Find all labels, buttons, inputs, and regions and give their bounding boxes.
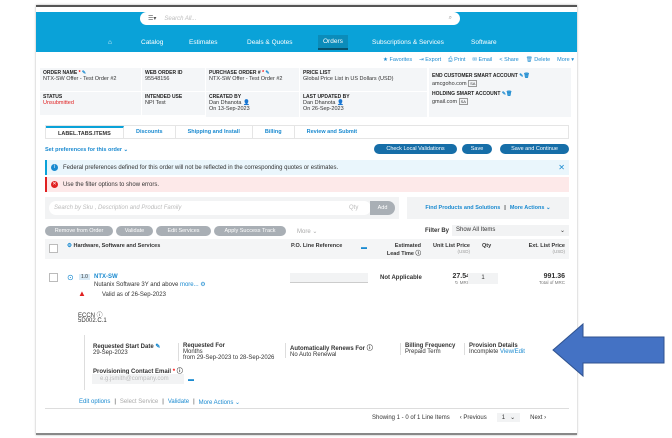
quantity-input[interactable]: 1 (468, 273, 498, 284)
error-icon: ✕ (51, 181, 58, 188)
services-icon: ⚙ (67, 243, 72, 249)
view-edit-link[interactable]: View/Edit (500, 349, 525, 355)
status: Unsubmitted (43, 100, 74, 106)
apply-success-track-button[interactable]: Apply Success Track (214, 226, 286, 236)
nav-orders[interactable]: Orders (318, 35, 348, 50)
order-name: NTX-SW Offer - Test Order #2 (43, 76, 117, 82)
favorites-button[interactable]: ★ Favorites (383, 57, 412, 64)
remove-from-order-button[interactable]: Remove from Order (45, 226, 113, 236)
expand-icon[interactable]: ⊙ (67, 273, 74, 282)
find-products-link[interactable]: Find Products and Solutions (425, 205, 500, 211)
table-header (45, 239, 569, 259)
filter-select[interactable]: Show All Items ⌄ (452, 225, 569, 236)
global-search[interactable]: ☰▾ Search All... ⌕ (140, 12, 460, 25)
intended-use: NPI Test (145, 100, 166, 106)
info-banner: i Federal preferences defined for this o… (45, 160, 569, 175)
tab-discounts[interactable]: Discounts (124, 126, 176, 138)
tab-shipping[interactable]: Shipping and Install (176, 126, 253, 138)
more-button[interactable]: More ▾ (557, 57, 574, 64)
edit-services-button[interactable]: Edit Services (156, 226, 211, 236)
arrow-annotation (552, 322, 665, 378)
valid-date: Valid as of 26-Sep-2023 (102, 292, 166, 298)
more-actions-button[interactable]: More ⌄ (297, 228, 317, 235)
home-icon[interactable]: ⌂ (108, 39, 112, 46)
save-button[interactable]: Save (462, 144, 492, 154)
page-select[interactable]: 1 ⌄ (496, 413, 521, 422)
validate-link[interactable]: Validate (168, 399, 189, 406)
nav-catalog[interactable]: Catalog (141, 39, 163, 46)
tab-billing[interactable]: Billing (253, 126, 295, 138)
previous-button[interactable]: ‹ Previous (460, 415, 487, 421)
check-validations-button[interactable]: Check Local Validations (374, 144, 457, 154)
delete-button[interactable]: 🗑 Delete (526, 57, 550, 64)
po-line-input[interactable] (290, 273, 368, 283)
line-number: 1.0 (79, 274, 90, 280)
holding-account: gmail.com (432, 99, 458, 105)
edit-options-link[interactable]: Edit options (79, 399, 110, 406)
filter-label: Filter By (425, 228, 450, 234)
line-description: Nutanix Software 3Y and above (94, 282, 179, 288)
contact-email-input[interactable]: e.g.jsmith@company.com (92, 374, 184, 384)
copy-icon[interactable]: ▬ (188, 377, 194, 383)
edit-icon[interactable]: ✎ (155, 344, 160, 350)
po-number: NTX-SW Offer - Test Order #2 (209, 76, 283, 82)
more-actions-dropdown[interactable]: More Actions ⌄ (510, 205, 551, 211)
select-all-checkbox[interactable] (49, 244, 58, 253)
tab-items[interactable]: LABEL.TABS.ITEMS (46, 126, 124, 138)
search-icon[interactable]: ⌕ (449, 15, 452, 22)
price-list: Global Price List in US Dollars (USD) (303, 76, 394, 82)
line-actions: Edit options | Select Service | Validate | … (79, 399, 241, 406)
main-nav: ⌂ Catalog Estimates Deals & Quotes Order… (36, 35, 577, 50)
copy-icon[interactable]: ▬ (361, 245, 367, 251)
end-customer-account: amcgoho.com (432, 81, 467, 87)
unit-price: 27.54 (452, 273, 470, 280)
nav-estimates[interactable]: Estimates (189, 39, 218, 46)
email-button[interactable]: ✉ Email (472, 57, 492, 64)
search-input[interactable]: Search All... (164, 16, 196, 22)
web-order-id: 95548156 (145, 76, 170, 82)
trash-icon[interactable]: 🗑 (506, 91, 512, 97)
export-button[interactable]: ⇥ Export (419, 57, 441, 64)
more-link[interactable]: more... (180, 282, 199, 288)
ext-price: 991.36 (543, 273, 565, 280)
next-button[interactable]: Next › (530, 415, 546, 421)
pagination: Showing 1 - 0 of 1 Line Items ‹ Previous… (372, 413, 547, 422)
nav-subscriptions[interactable]: Subscriptions & Services (372, 39, 444, 46)
find-panel: Find Products and Solutions | More Action… (407, 197, 569, 219)
preferences-toggle[interactable]: Set preferences for this order ⌄ (45, 147, 128, 153)
close-icon[interactable]: ✕ (558, 163, 565, 172)
eccn-value: 5D002.C.1 (78, 318, 107, 324)
error-banner: ✕ Use the filter options to show errors. (45, 177, 569, 192)
start-date: 29-Sep-2023 (93, 350, 128, 356)
menu-icon[interactable]: ☰▾ (148, 15, 156, 22)
nav-deals[interactable]: Deals & Quotes (247, 39, 293, 46)
sku-link[interactable]: NTX-SW (94, 274, 118, 280)
save-continue-button[interactable]: Save and Continue (500, 144, 569, 154)
toolbar: ★ Favorites ⇥ Export ⎙ Print ✉ Email < S… (383, 57, 574, 64)
print-button[interactable]: ⎙ Print (448, 57, 465, 64)
add-button[interactable]: Add (370, 201, 395, 215)
item-search-input[interactable]: Search by Sku , Description and Product … (49, 201, 371, 215)
select-service-link[interactable]: Select Service (120, 399, 158, 406)
tab-review[interactable]: Review and Submit (295, 126, 369, 138)
warning-icon: ▲ (78, 289, 86, 298)
nav-software[interactable]: Software (471, 39, 497, 46)
lead-time: Not Applicable (380, 275, 422, 281)
trash-icon[interactable]: 🗑 (523, 73, 529, 79)
validate-button[interactable]: Validate (116, 226, 153, 236)
more-actions-link[interactable]: More Actions ⌄ (199, 399, 240, 406)
line-item-checkbox[interactable] (49, 273, 58, 282)
order-tabs: LABEL.TABS.ITEMS Discounts Shipping and … (45, 125, 569, 139)
info-icon: i (51, 164, 58, 171)
share-button[interactable]: < Share (499, 57, 518, 64)
